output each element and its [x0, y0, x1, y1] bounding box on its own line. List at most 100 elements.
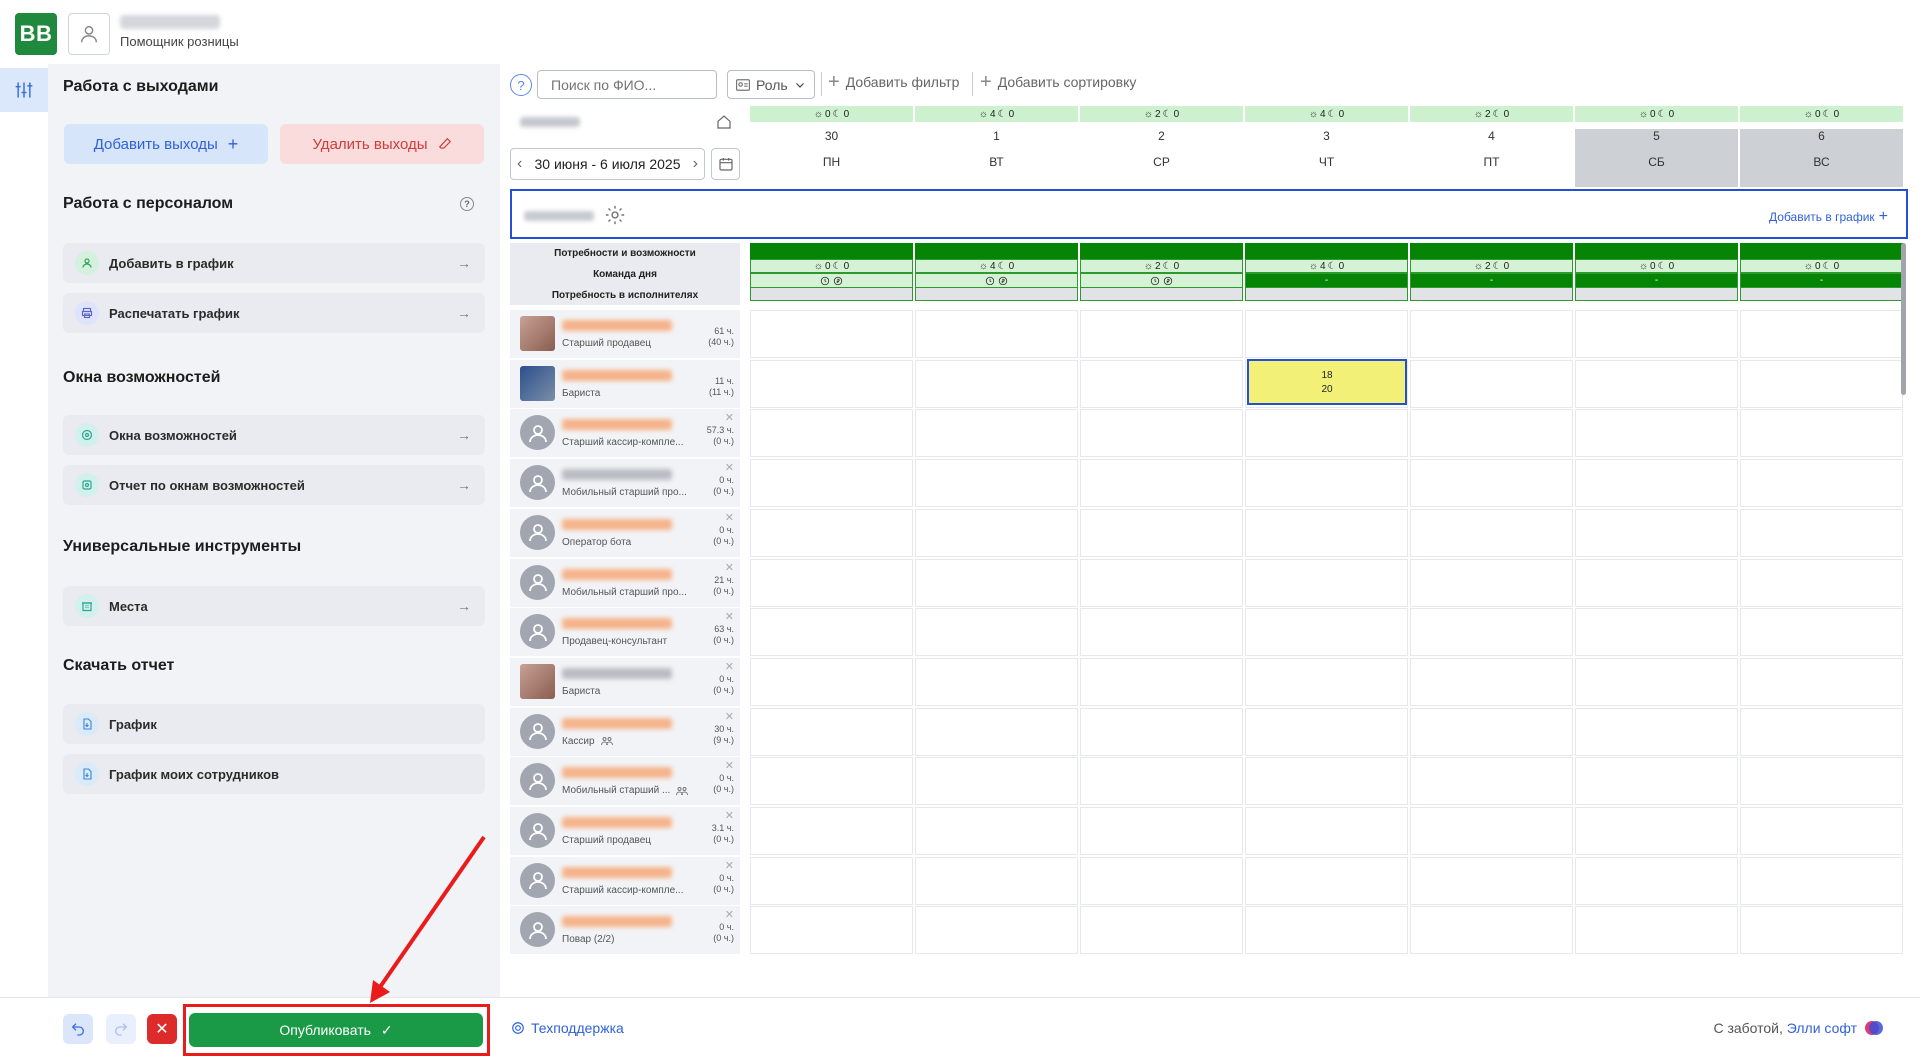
- schedule-cell[interactable]: [1245, 459, 1408, 508]
- schedule-cell[interactable]: [1410, 807, 1573, 855]
- schedule-cell[interactable]: [1245, 707, 1408, 756]
- schedule-cell[interactable]: [1575, 409, 1738, 458]
- remove-icon[interactable]: ✕: [725, 859, 734, 872]
- schedule-cell[interactable]: [1245, 558, 1408, 607]
- schedule-cell[interactable]: [1080, 409, 1243, 458]
- remove-icon[interactable]: ✕: [725, 908, 734, 921]
- menu-windows-report[interactable]: Отчет по окнам возможностей →: [63, 465, 485, 505]
- delete-outputs-button[interactable]: Удалить выходы: [280, 124, 484, 164]
- day-header[interactable]: ☼ 4 ☾ 0 1 ВТ: [915, 106, 1079, 180]
- menu-opportunity-windows[interactable]: Окна возможностей →: [63, 415, 485, 455]
- schedule-cell[interactable]: [915, 757, 1078, 806]
- remove-icon[interactable]: ✕: [725, 411, 734, 424]
- add-to-schedule-link[interactable]: Добавить в график +: [1769, 208, 1888, 226]
- schedule-cell[interactable]: [750, 608, 913, 657]
- remove-icon[interactable]: ✕: [725, 561, 734, 574]
- executors-cell[interactable]: -: [1575, 273, 1738, 288]
- schedule-cell[interactable]: [1080, 459, 1243, 508]
- employee-row[interactable]: Мобильный старший про... 21 ч. (0 ч.) ✕: [510, 558, 740, 607]
- schedule-cell[interactable]: [1575, 807, 1738, 855]
- schedule-cell[interactable]: [915, 906, 1078, 955]
- schedule-cell[interactable]: [1080, 608, 1243, 657]
- schedule-cell[interactable]: [1245, 508, 1408, 557]
- schedule-cell[interactable]: [915, 807, 1078, 855]
- schedule-cell[interactable]: [1245, 608, 1408, 657]
- schedule-cell[interactable]: [750, 906, 913, 955]
- employee-row[interactable]: Мобильный старший про... 0 ч. (0 ч.) ✕: [510, 459, 740, 508]
- menu-print-schedule[interactable]: Распечатать график →: [63, 293, 485, 333]
- schedule-cell[interactable]: [1080, 856, 1243, 905]
- schedule-cell[interactable]: [1740, 856, 1903, 905]
- employee-row[interactable]: Старший продавец 61 ч. (40 ч.): [510, 310, 740, 358]
- schedule-cell[interactable]: [1245, 657, 1408, 706]
- schedule-cell[interactable]: [750, 707, 913, 756]
- schedule-cell[interactable]: [1410, 310, 1573, 358]
- day-header[interactable]: ☼ 0 ☾ 0 30 ПН: [750, 106, 914, 180]
- redo-button[interactable]: [106, 1014, 136, 1044]
- menu-places[interactable]: Места →: [63, 586, 485, 626]
- schedule-cell[interactable]: [915, 608, 1078, 657]
- schedule-cell[interactable]: [1410, 657, 1573, 706]
- menu-download-my-staff[interactable]: График моих сотрудников: [63, 754, 485, 794]
- schedule-cell[interactable]: [1410, 409, 1573, 458]
- remove-icon[interactable]: ✕: [725, 461, 734, 474]
- schedule-cell[interactable]: [1080, 558, 1243, 607]
- schedule-cell[interactable]: [1245, 409, 1408, 458]
- employee-row[interactable]: Старший кассир-компле... 0 ч. (0 ч.) ✕: [510, 856, 740, 905]
- schedule-cell[interactable]: [1410, 856, 1573, 905]
- schedule-cell[interactable]: [1740, 657, 1903, 706]
- executors-cell[interactable]: [1080, 273, 1243, 288]
- schedule-cell[interactable]: [915, 856, 1078, 905]
- schedule-cell[interactable]: [1410, 508, 1573, 557]
- schedule-cell[interactable]: [1740, 608, 1903, 657]
- employee-row[interactable]: Повар (2/2) 0 ч. (0 ч.) ✕: [510, 906, 740, 955]
- schedule-cell[interactable]: [915, 409, 1078, 458]
- schedule-cell[interactable]: [1410, 707, 1573, 756]
- schedule-cell[interactable]: [1080, 807, 1243, 855]
- care-brand[interactable]: Элли софт: [1787, 1020, 1857, 1036]
- vertical-scrollbar[interactable]: [1901, 243, 1906, 395]
- undo-button[interactable]: [63, 1014, 93, 1044]
- schedule-cell[interactable]: [1080, 657, 1243, 706]
- gear-icon[interactable]: [604, 204, 626, 226]
- schedule-cell[interactable]: [1080, 508, 1243, 557]
- schedule-cell[interactable]: [1740, 558, 1903, 607]
- schedule-cell[interactable]: [1245, 807, 1408, 855]
- schedule-cell[interactable]: [750, 359, 913, 408]
- schedule-cell[interactable]: [1575, 707, 1738, 756]
- schedule-cell[interactable]: [1410, 608, 1573, 657]
- schedule-cell[interactable]: [915, 359, 1078, 408]
- role-filter-select[interactable]: Роль: [727, 70, 815, 99]
- store-selector[interactable]: [510, 106, 740, 138]
- employee-row[interactable]: Кассир 30 ч. (9 ч.) ✕: [510, 707, 740, 756]
- filters-rail-button[interactable]: [0, 68, 48, 112]
- schedule-cell[interactable]: [750, 459, 913, 508]
- schedule-cell[interactable]: [1080, 359, 1243, 408]
- schedule-cell[interactable]: [1575, 359, 1738, 408]
- schedule-cell[interactable]: [1080, 906, 1243, 955]
- day-header[interactable]: ☼ 0 ☾ 0 5 СБ: [1575, 106, 1739, 187]
- chevron-left-icon[interactable]: ‹: [517, 155, 522, 173]
- add-filter-button[interactable]: + Добавить фильтр: [828, 72, 959, 92]
- menu-add-to-schedule[interactable]: Добавить в график →: [63, 243, 485, 283]
- executors-cell[interactable]: [750, 273, 913, 288]
- remove-icon[interactable]: ✕: [725, 710, 734, 723]
- schedule-cell[interactable]: [750, 310, 913, 358]
- toolbar-help-icon[interactable]: ?: [510, 74, 532, 96]
- schedule-cell[interactable]: [1410, 558, 1573, 607]
- day-header[interactable]: ☼ 2 ☾ 0 4 ПТ: [1410, 106, 1574, 180]
- schedule-cell[interactable]: [1080, 707, 1243, 756]
- add-sort-button[interactable]: + Добавить сортировку: [980, 72, 1136, 92]
- employee-row[interactable]: Оператор бота 0 ч. (0 ч.) ✕: [510, 508, 740, 557]
- employee-row[interactable]: Мобильный старший ... 0 ч. (0 ч.) ✕: [510, 757, 740, 806]
- day-header[interactable]: ☼ 2 ☾ 0 2 СР: [1080, 106, 1244, 180]
- employee-row[interactable]: Бариста 11 ч. (11 ч.): [510, 359, 740, 408]
- schedule-cell[interactable]: [1740, 409, 1903, 458]
- schedule-cell[interactable]: [1245, 856, 1408, 905]
- schedule-cell[interactable]: [750, 409, 913, 458]
- schedule-cell[interactable]: [750, 508, 913, 557]
- employee-row[interactable]: Старший кассир-компле... 57.3 ч. (0 ч.) ✕: [510, 409, 740, 458]
- remove-icon[interactable]: ✕: [725, 511, 734, 524]
- employee-row[interactable]: Старший продавец 3.1 ч. (0 ч.) ✕: [510, 807, 740, 855]
- executors-cell[interactable]: -: [1740, 273, 1903, 288]
